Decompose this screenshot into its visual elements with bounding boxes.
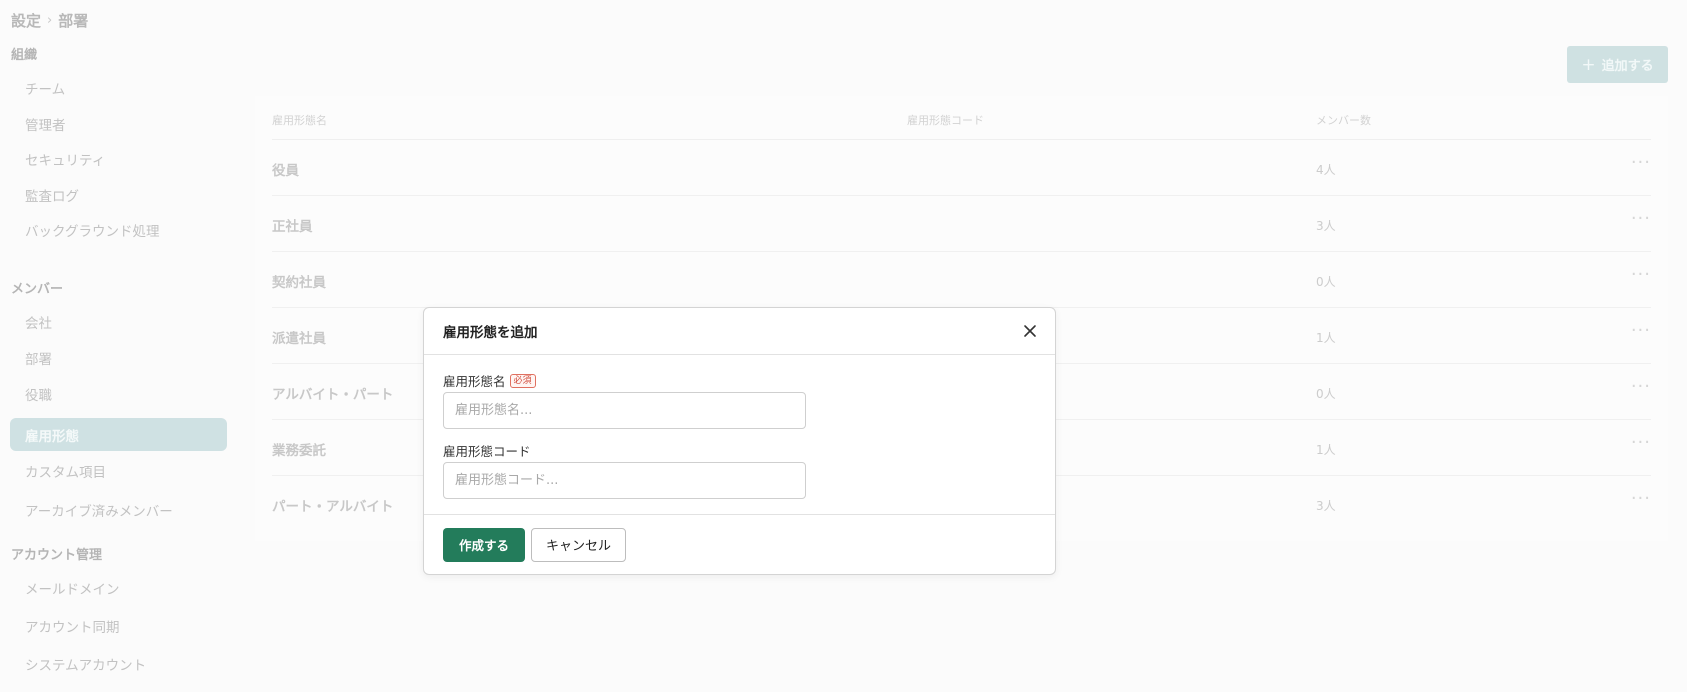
column-header-name[interactable]: 雇用形態名 — [272, 112, 327, 128]
employment-type-name-label-row: 雇用形態名 必須 — [443, 372, 1036, 389]
table-row[interactable]: 役員 4人 ··· — [272, 140, 1651, 196]
sidebar-item-account-sync[interactable]: アカウント同期 — [10, 609, 227, 642]
section-title-account-management: アカウント管理 — [11, 548, 103, 563]
breadcrumb-separator-icon: › — [47, 13, 53, 28]
dialog-header: 雇用形態を追加 — [424, 308, 1055, 355]
sidebar-item-admins[interactable]: 管理者 — [10, 107, 227, 140]
sidebar-item-employment-type[interactable]: 雇用形態 — [10, 418, 227, 451]
settings-sidebar: 設定 › 部署 組織 チーム 管理者 セキュリティ 監査ログ バックグラウンド処… — [0, 0, 236, 692]
cell-member-count: 3人 — [1316, 499, 1336, 513]
more-options-icon[interactable]: ··· — [1631, 264, 1651, 285]
employment-type-code-field: 雇用形態コード — [443, 442, 1036, 499]
more-options-icon[interactable]: ··· — [1631, 152, 1651, 173]
dialog-footer: 作成する キャンセル — [424, 514, 1055, 574]
more-options-icon[interactable]: ··· — [1631, 488, 1651, 509]
employment-type-code-input[interactable] — [443, 462, 806, 499]
breadcrumb-root[interactable]: 設定 — [11, 10, 41, 31]
required-badge: 必須 — [509, 373, 536, 388]
add-employment-type-button[interactable]: + 追加する — [1567, 46, 1668, 83]
breadcrumb: 設定 › 部署 — [11, 10, 88, 31]
sidebar-item-team[interactable]: チーム — [10, 71, 227, 104]
cell-member-count: 1人 — [1316, 443, 1336, 457]
dialog-title: 雇用形態を追加 — [443, 325, 538, 341]
sidebar-item-custom-fields[interactable]: カスタム項目 — [10, 454, 227, 487]
cell-name: 役員 — [272, 163, 299, 179]
cell-member-count: 3人 — [1316, 219, 1336, 233]
sidebar-item-mail-domain[interactable]: メールドメイン — [10, 571, 227, 604]
column-header-member-count[interactable]: メンバー数 — [1316, 112, 1371, 128]
more-options-icon[interactable]: ··· — [1631, 208, 1651, 229]
dialog-body: 雇用形態名 必須 雇用形態コード — [424, 355, 1055, 515]
employment-type-name-input[interactable] — [443, 392, 806, 429]
cell-name: 契約社員 — [272, 275, 326, 291]
more-options-icon[interactable]: ··· — [1631, 320, 1651, 341]
sidebar-item-position[interactable]: 役職 — [10, 377, 227, 410]
cancel-button[interactable]: キャンセル — [531, 527, 626, 562]
create-button[interactable]: 作成する — [443, 527, 525, 562]
cell-name: 派遣社員 — [272, 331, 326, 347]
cell-name: 正社員 — [272, 219, 313, 235]
breadcrumb-current: 部署 — [58, 12, 89, 30]
cell-name: パート・アルバイト — [272, 499, 394, 515]
sidebar-item-department[interactable]: 部署 — [10, 341, 227, 374]
plus-icon: + — [1581, 54, 1596, 75]
sidebar-item-company[interactable]: 会社 — [10, 305, 227, 338]
add-button-label: 追加する — [1601, 59, 1654, 74]
cell-name: 業務委託 — [272, 443, 326, 459]
add-employment-type-dialog: 雇用形態を追加 雇用形態名 必須 雇用形態コード 作成する キャンセル — [423, 307, 1056, 575]
employment-type-code-label: 雇用形態コード — [443, 444, 531, 459]
sidebar-item-audit-log[interactable]: 監査ログ — [10, 178, 227, 211]
employment-type-name-field: 雇用形態名 必須 — [443, 372, 1036, 429]
cell-name: アルバイト・パート — [272, 387, 394, 403]
table-header: 雇用形態名 雇用形態コード メンバー数 — [272, 96, 1651, 140]
section-title-members: メンバー — [11, 282, 64, 297]
close-icon[interactable] — [1023, 324, 1037, 338]
sidebar-item-system-accounts[interactable]: システムアカウント — [10, 647, 227, 680]
table-row[interactable]: 正社員 3人 ··· — [272, 196, 1651, 252]
employment-type-code-label-row: 雇用形態コード — [443, 442, 1036, 459]
table-row[interactable]: 契約社員 0人 ··· — [272, 252, 1651, 308]
employment-type-name-label: 雇用形態名 — [443, 374, 506, 389]
sidebar-item-security[interactable]: セキュリティ — [10, 142, 227, 175]
more-options-icon[interactable]: ··· — [1631, 376, 1651, 397]
section-title-organization: 組織 — [11, 48, 38, 63]
sidebar-item-background-jobs[interactable]: バックグラウンド処理 — [10, 213, 227, 246]
cell-member-count: 0人 — [1316, 387, 1336, 401]
cell-member-count: 1人 — [1316, 331, 1336, 345]
cell-member-count: 4人 — [1316, 163, 1336, 177]
more-options-icon[interactable]: ··· — [1631, 432, 1651, 453]
sidebar-item-archived-members[interactable]: アーカイブ済みメンバー — [10, 493, 227, 526]
cell-member-count: 0人 — [1316, 275, 1336, 289]
column-header-code[interactable]: 雇用形態コード — [907, 112, 984, 128]
